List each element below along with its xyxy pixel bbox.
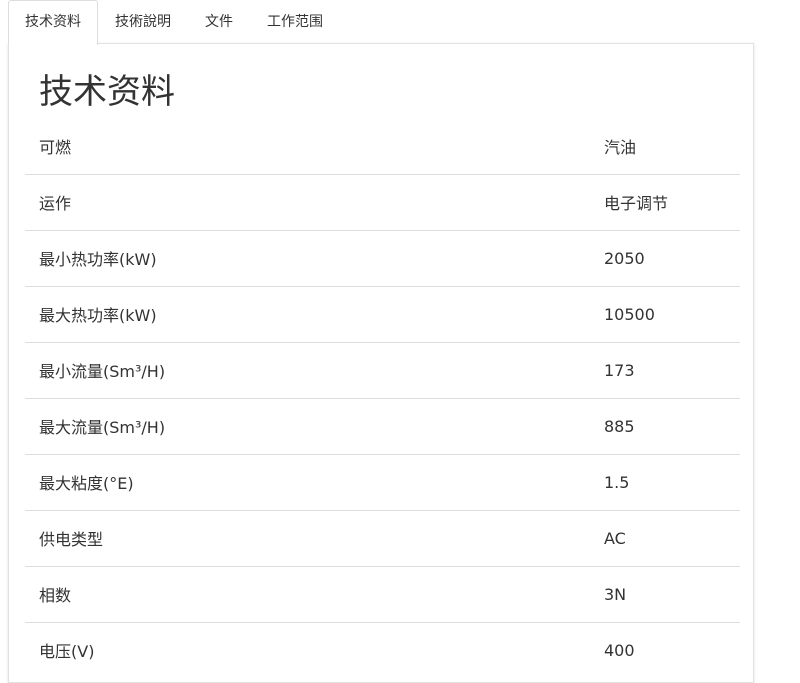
spec-value: 1.5	[590, 454, 740, 511]
spec-label: 电压(V)	[39, 642, 95, 662]
spec-label: 最大粘度(°E)	[25, 454, 590, 511]
spec-label: 供电类型	[25, 510, 590, 567]
panel-title: 技术资料	[39, 72, 175, 112]
table-row: 最大流量(Sm³/H) 885	[25, 398, 740, 455]
table-row: 供电类型 AC	[25, 510, 740, 567]
table-row: 最大粘度(°E) 1.5	[25, 454, 740, 511]
spec-value: AC	[590, 510, 740, 567]
tab-bar: 技术资料 技術說明 文件 工作范围	[8, 0, 340, 45]
spec-value: 2050	[590, 230, 740, 287]
spec-value: 电子调节	[590, 174, 740, 231]
tab-work-scope[interactable]: 工作范围	[250, 0, 340, 44]
spec-label: 相数	[25, 566, 590, 623]
table-row: 相数 3N	[25, 566, 740, 623]
table-row: 可燃 汽油	[25, 118, 740, 175]
tab-technical-description[interactable]: 技術說明	[98, 0, 188, 44]
tab-documents[interactable]: 文件	[188, 0, 250, 44]
spec-label: 运作	[25, 174, 590, 231]
spec-value: 汽油	[590, 118, 740, 175]
table-row: 最小热功率(kW) 2050	[25, 230, 740, 287]
table-row: 运作 电子调节	[25, 174, 740, 231]
spec-label: 最小热功率(kW)	[25, 230, 590, 287]
tab-panel-technical-data: 技术资料 可燃 汽油 运作 电子调节 最小热功率(kW) 2050 最大热功率(…	[8, 43, 754, 683]
spec-value: 173	[590, 342, 740, 399]
tab-technical-data[interactable]: 技术资料	[8, 0, 98, 45]
spec-label: 最大热功率(kW)	[25, 286, 590, 343]
table-row: 电压(V) 400	[25, 622, 740, 678]
spec-value: 10500	[590, 286, 740, 343]
spec-label: 最大流量(Sm³/H)	[25, 398, 590, 455]
spec-label: 可燃	[25, 118, 590, 175]
spec-value: 3N	[590, 566, 740, 623]
table-row: 最小流量(Sm³/H) 173	[25, 342, 740, 399]
spec-table: 可燃 汽油 运作 电子调节 最小热功率(kW) 2050 最大热功率(kW) 1…	[25, 118, 740, 678]
spec-value: 885	[590, 398, 740, 455]
spec-value: 400	[604, 640, 635, 660]
table-row: 最大热功率(kW) 10500	[25, 286, 740, 343]
spec-label: 最小流量(Sm³/H)	[25, 342, 590, 399]
